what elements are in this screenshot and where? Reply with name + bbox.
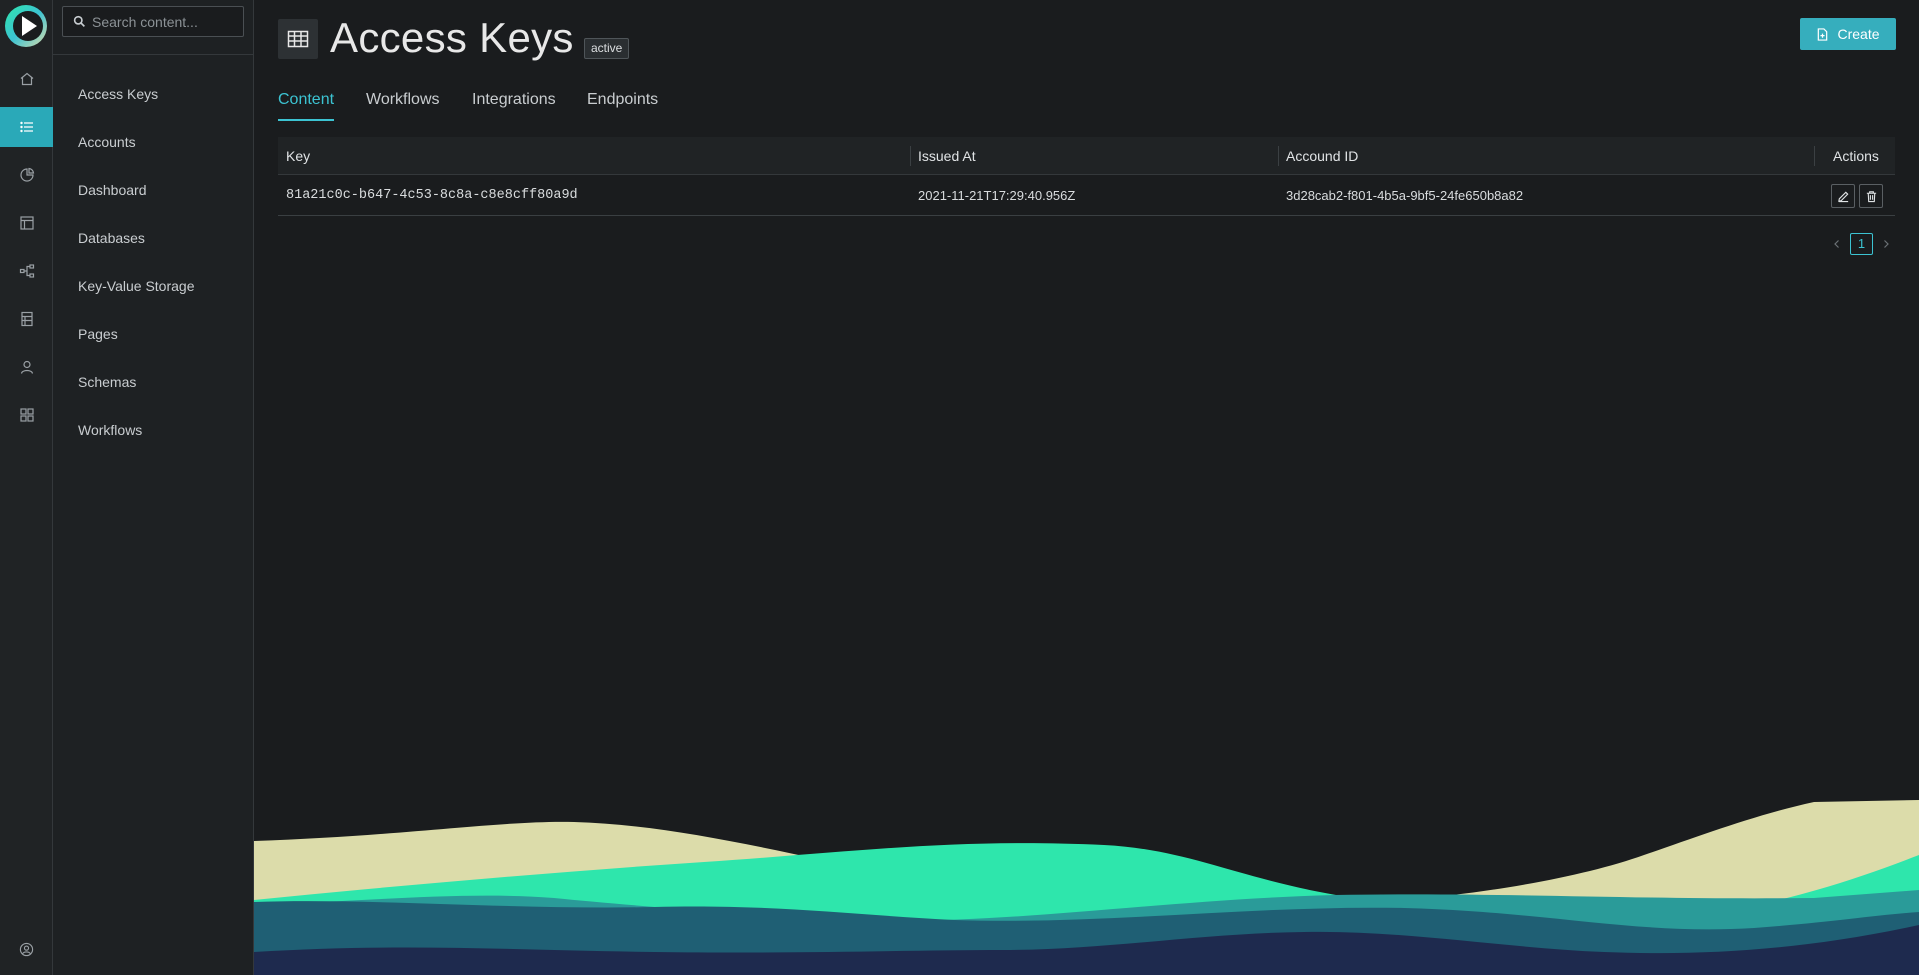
sidebar-divider xyxy=(53,54,253,55)
cell-account-id: 3d28cab2-f801-4b5a-9bf5-24fe650b8a82 xyxy=(1286,188,1524,203)
chevron-left-icon xyxy=(1834,240,1839,248)
trash-icon xyxy=(1866,190,1876,202)
rail-pages-button[interactable] xyxy=(0,203,53,243)
page-title: Access Keys xyxy=(330,14,574,61)
app-logo[interactable] xyxy=(4,4,48,48)
pie-chart-icon xyxy=(19,167,34,182)
create-button-label: Create xyxy=(1837,26,1880,42)
search-input[interactable] xyxy=(92,13,242,30)
delete-button[interactable] xyxy=(1859,184,1883,208)
pencil-icon xyxy=(1837,191,1848,202)
page-type-icon xyxy=(278,19,318,59)
column-header-issued-at[interactable]: Issued At xyxy=(918,137,976,175)
database-icon xyxy=(20,311,33,327)
status-badge: active xyxy=(584,38,630,59)
column-divider[interactable] xyxy=(910,146,911,166)
table-icon xyxy=(287,30,309,48)
prev-page-button[interactable] xyxy=(1830,233,1844,255)
table-row[interactable]: 81a21c0c-b647-4c53-8c8a-c8e8cff80a9d 202… xyxy=(278,175,1895,216)
access-keys-table: Key Issued At Accound ID Actions 81a21c0… xyxy=(278,137,1895,216)
layout-icon xyxy=(19,216,34,230)
column-divider[interactable] xyxy=(1814,146,1815,166)
rail-apps-button[interactable] xyxy=(0,395,53,435)
home-icon xyxy=(20,72,33,86)
active-tab-indicator xyxy=(278,119,334,121)
cell-issued-at: 2021-11-21T17:29:40.956Z xyxy=(918,188,1076,203)
rail-home-button[interactable] xyxy=(0,59,53,99)
tab-endpoints[interactable]: Endpoints xyxy=(587,91,658,109)
sidebar-item-databases[interactable]: Databases xyxy=(78,230,145,246)
user-circle-icon xyxy=(19,942,34,956)
sidebar-item-dashboard[interactable]: Dashboard xyxy=(78,182,147,198)
table-header: Key Issued At Accound ID Actions xyxy=(278,137,1895,175)
sidebar: Access Keys Accounts Dashboard Databases… xyxy=(53,0,254,975)
workflow-icon xyxy=(19,264,34,278)
column-header-actions: Actions xyxy=(1833,148,1879,164)
rail-databases-button[interactable] xyxy=(0,299,53,339)
rail-workflows-button[interactable] xyxy=(0,251,53,291)
create-button[interactable]: Create xyxy=(1800,18,1896,50)
chevron-right-icon xyxy=(1884,240,1889,248)
search-box[interactable] xyxy=(62,6,244,37)
search-icon xyxy=(73,15,85,27)
rail-content-button[interactable] xyxy=(0,107,53,147)
sidebar-item-pages[interactable]: Pages xyxy=(78,326,118,342)
tab-workflows[interactable]: Workflows xyxy=(366,91,440,109)
tab-content[interactable]: Content xyxy=(278,91,334,109)
sidebar-item-accounts[interactable]: Accounts xyxy=(78,134,136,150)
icon-rail xyxy=(0,0,53,975)
page-number[interactable]: 1 xyxy=(1850,233,1873,255)
file-plus-icon xyxy=(1818,27,1828,41)
column-header-account-id[interactable]: Accound ID xyxy=(1286,137,1358,175)
tab-integrations[interactable]: Integrations xyxy=(472,91,556,109)
main-content: Access Keys active Create Content Workfl… xyxy=(254,0,1919,975)
list-icon xyxy=(19,121,33,133)
sidebar-item-key-value-storage[interactable]: Key-Value Storage xyxy=(78,278,194,294)
sidebar-item-access-keys[interactable]: Access Keys xyxy=(78,86,158,102)
rail-users-button[interactable] xyxy=(0,347,53,387)
cell-key: 81a21c0c-b647-4c53-8c8a-c8e8cff80a9d xyxy=(286,188,578,203)
decorative-waves xyxy=(254,800,1919,975)
column-divider[interactable] xyxy=(1278,146,1279,166)
sidebar-item-workflows[interactable]: Workflows xyxy=(78,422,142,438)
sidebar-item-schemas[interactable]: Schemas xyxy=(78,374,136,390)
user-icon xyxy=(20,360,33,374)
next-page-button[interactable] xyxy=(1879,233,1893,255)
edit-button[interactable] xyxy=(1831,184,1855,208)
rail-account-button[interactable] xyxy=(0,929,53,969)
rail-analytics-button[interactable] xyxy=(0,155,53,195)
apps-grid-icon xyxy=(19,408,34,422)
column-header-key[interactable]: Key xyxy=(286,137,310,175)
